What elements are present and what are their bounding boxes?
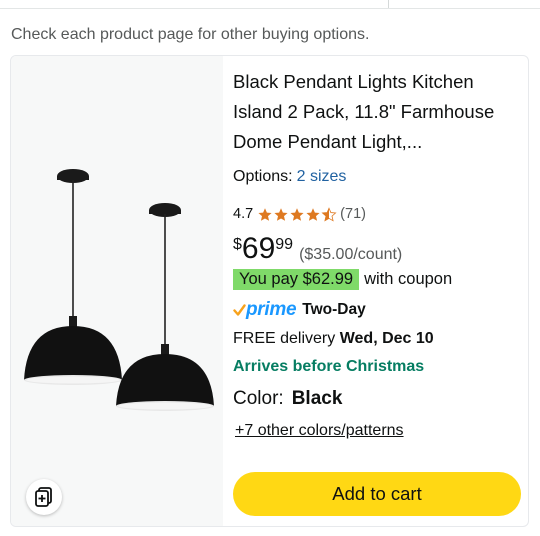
compare-icon xyxy=(35,487,52,507)
pendant-lights-product-image[interactable] xyxy=(19,166,219,416)
price-symbol: $ xyxy=(233,236,242,253)
divider-horizontal xyxy=(0,8,540,9)
options-label: Options: xyxy=(233,168,293,185)
divider-vertical xyxy=(388,0,389,8)
star-icon xyxy=(274,207,288,221)
star-icon xyxy=(306,207,320,221)
coupon-suffix: with coupon xyxy=(364,270,453,288)
star-icon xyxy=(258,207,272,221)
buying-options-notice: Check each product page for other buying… xyxy=(11,26,370,43)
delivery-date: Wed, Dec 10 xyxy=(339,330,434,347)
rating-stars[interactable] xyxy=(257,206,337,222)
rating-count[interactable]: (71) xyxy=(340,206,366,222)
add-to-cart-button[interactable]: Add to cart xyxy=(233,472,521,516)
price-whole: 69 xyxy=(241,232,276,265)
prime-speed: Two-Day xyxy=(302,301,366,318)
prime-check-icon xyxy=(233,303,246,316)
coupon-row: You pay $62.99 with coupon xyxy=(233,269,452,290)
options-link[interactable]: 2 sizes xyxy=(297,168,347,185)
compare-button[interactable] xyxy=(26,479,62,515)
product-image-panel[interactable] xyxy=(11,56,223,526)
more-colors-link[interactable]: +7 other colors/patterns xyxy=(235,422,404,440)
star-icon xyxy=(290,207,304,221)
product-price: $69 99 ($35.00/count) xyxy=(233,232,402,266)
price-fraction: 99 xyxy=(275,236,294,253)
color-label: Color: xyxy=(233,388,284,409)
top-divider xyxy=(0,0,540,12)
delivery-prefix: FREE delivery xyxy=(233,330,336,347)
delivery-info: FREE delivery Wed, Dec 10 xyxy=(233,330,434,348)
product-rating[interactable]: 4.7 (71) xyxy=(233,206,366,222)
product-options: Options: 2 sizes xyxy=(233,168,346,186)
prime-word: prime xyxy=(246,299,297,320)
price-per-unit: ($35.00/count) xyxy=(299,246,403,263)
color-row: Color: Black xyxy=(233,388,342,410)
product-card[interactable]: Black Pendant Lights Kitchen Island 2 Pa… xyxy=(10,55,529,527)
rating-value: 4.7 xyxy=(233,206,254,222)
color-value: Black xyxy=(291,388,343,409)
star-half-icon xyxy=(321,206,337,222)
arrives-before-christmas: Arrives before Christmas xyxy=(233,358,425,375)
prime-badge: prime Two-Day xyxy=(233,299,366,321)
coupon-badge: You pay $62.99 xyxy=(233,269,360,290)
product-title[interactable]: Black Pendant Lights Kitchen Island 2 Pa… xyxy=(233,67,525,157)
